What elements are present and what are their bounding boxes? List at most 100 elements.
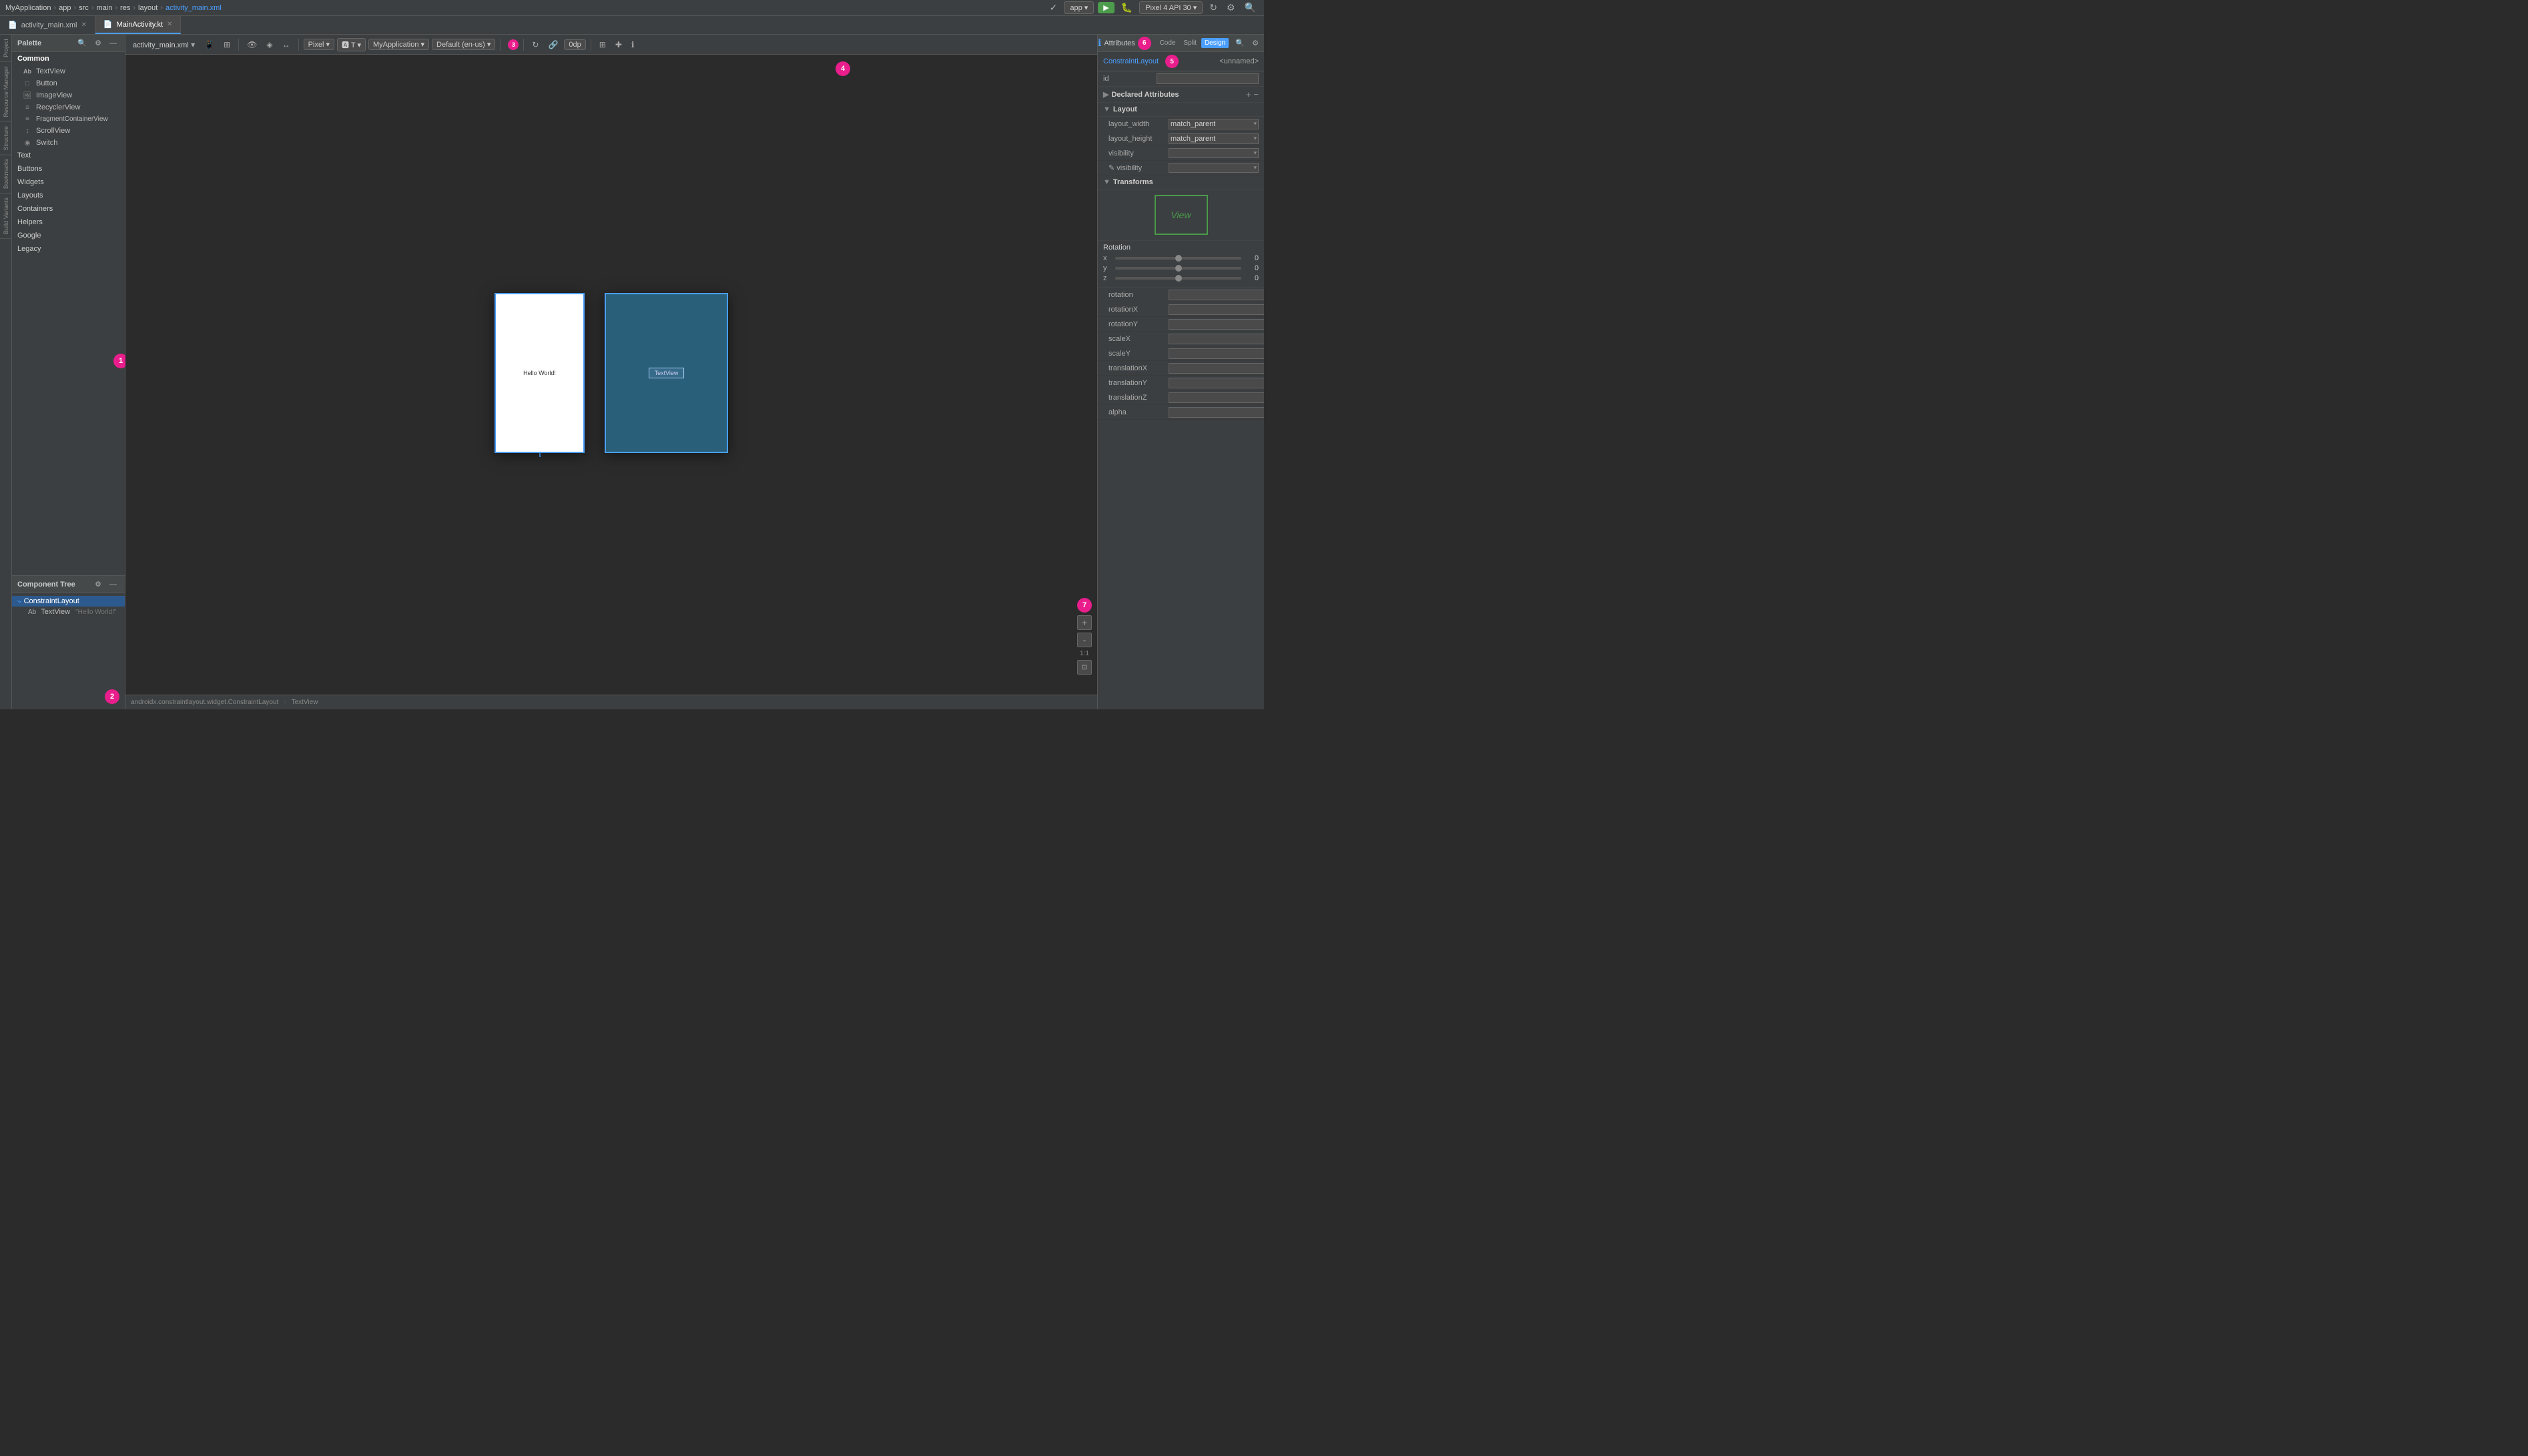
settings-icon[interactable]: ⚙	[1224, 1, 1238, 15]
eye-btn[interactable]: 👁	[244, 39, 260, 51]
zoom-out-button[interactable]: -	[1077, 633, 1092, 647]
guidelines-btn[interactable]: ✚	[612, 39, 625, 51]
scaleX-input[interactable]	[1169, 334, 1264, 344]
structure-tab[interactable]: Structure	[0, 122, 11, 155]
search-icon[interactable]: 🔍	[1242, 1, 1259, 15]
palette-category-layouts[interactable]: Layouts	[12, 189, 125, 202]
split-tab[interactable]: Split	[1180, 38, 1199, 48]
palette-item-textview[interactable]: Ab TextView	[12, 65, 125, 77]
palette-item-imageview[interactable]: 🖼 ImageView	[12, 89, 125, 101]
vcs-icon[interactable]: ✓	[1047, 1, 1060, 15]
palette-category-helpers[interactable]: Helpers	[12, 216, 125, 229]
refresh-btn[interactable]: ↻	[529, 39, 542, 51]
tree-item-constraintlayout[interactable]: ⤷ ConstraintLayout	[12, 596, 125, 607]
breadcrumb-src[interactable]: src	[79, 4, 89, 12]
tab-close-xml[interactable]: ✕	[81, 21, 86, 29]
palette-title: Palette	[17, 39, 41, 47]
alpha-input[interactable]	[1169, 407, 1264, 418]
text-select[interactable]: 🅰 T ▾	[337, 38, 366, 51]
attr-id-input[interactable]	[1157, 73, 1259, 84]
declared-attr-add-button[interactable]: +	[1246, 89, 1251, 99]
textview-box[interactable]: TextView	[649, 368, 685, 378]
tab-close-kt[interactable]: ✕	[167, 21, 172, 28]
tree-item-constraintlayout-label: ConstraintLayout	[24, 597, 79, 605]
palette-settings-button[interactable]: ⚙	[92, 37, 104, 49]
declared-attr-remove-button[interactable]: −	[1253, 89, 1259, 99]
translationZ-input[interactable]	[1169, 392, 1264, 403]
bookmarks-tab[interactable]: Bookmarks	[0, 155, 11, 194]
palette-item-scrollview[interactable]: ↕ ScrollView	[12, 125, 125, 137]
palette-collapse-button[interactable]: —	[107, 37, 119, 49]
tree-collapse-button[interactable]: —	[107, 579, 119, 590]
align-btn[interactable]: ⊞	[596, 39, 609, 51]
layout-height-dropdown[interactable]: match_parent ▾	[1169, 133, 1259, 144]
palette-panel: Palette 🔍 ⚙ — Common Ab TextView □ Butt	[12, 35, 125, 575]
palette-category-containers[interactable]: Containers	[12, 202, 125, 216]
layout-width-dropdown[interactable]: match_parent ▾	[1169, 119, 1259, 129]
palette-item-fragmentcontainerview[interactable]: ≡ FragmentContainerView	[12, 113, 125, 125]
fit-button[interactable]: ⊡	[1077, 660, 1092, 675]
breadcrumb-app2[interactable]: app	[59, 4, 71, 12]
breadcrumb-res[interactable]: res	[120, 4, 130, 12]
attr-settings-button[interactable]: ⚙	[1249, 37, 1261, 49]
rotationY-input[interactable]	[1169, 319, 1264, 330]
palette-category-buttons[interactable]: Buttons	[12, 162, 125, 175]
palette-category-widgets[interactable]: Widgets	[12, 175, 125, 189]
info-btn2[interactable]: ℹ	[628, 39, 638, 51]
translationY-input[interactable]	[1169, 378, 1264, 388]
visibility-edit-dropdown[interactable]: ▾	[1169, 163, 1259, 173]
pixel-select[interactable]: Pixel ▾	[304, 39, 334, 50]
sync-button[interactable]: ↻	[1207, 1, 1220, 15]
attr-search-button[interactable]: 🔍	[1233, 37, 1247, 49]
transforms-section[interactable]: ▼ Transforms	[1098, 175, 1264, 190]
design-tab[interactable]: Design	[1201, 38, 1229, 48]
rotationX-input[interactable]	[1169, 304, 1264, 315]
palette-item-switch[interactable]: ◉ Switch	[12, 137, 125, 149]
debug-button[interactable]: 🐛	[1119, 1, 1135, 15]
tree-item-textview[interactable]: Ab TextView "Hello World!"	[12, 607, 125, 617]
declared-attributes-section[interactable]: ▶ Declared Attributes + −	[1098, 87, 1264, 103]
zoom-in-button[interactable]: +	[1077, 615, 1092, 630]
palette-category-google[interactable]: Google	[12, 229, 125, 242]
locale-select[interactable]: Default (en-us) ▾	[432, 39, 495, 50]
code-tab[interactable]: Code	[1157, 38, 1179, 48]
rotation-x-slider[interactable]	[1115, 257, 1241, 260]
resize-handle[interactable]	[539, 453, 541, 457]
tree-settings-button[interactable]: ⚙	[92, 579, 104, 590]
tab-main-activity[interactable]: 📄 MainActivity.kt ✕	[95, 16, 182, 34]
breadcrumb-file[interactable]: activity_main.xml	[166, 4, 222, 12]
palette-category-common[interactable]: Common	[12, 52, 125, 65]
blueprint-btn[interactable]: ◈	[263, 39, 276, 51]
project-tab[interactable]: Project	[0, 35, 11, 62]
palette-search-button[interactable]: 🔍	[75, 37, 89, 49]
file-label-btn[interactable]: activity_main.xml ▾	[129, 39, 198, 51]
app-selector[interactable]: app ▾	[1064, 1, 1094, 14]
build-variants-tab[interactable]: Build Variants	[0, 194, 11, 239]
device-selector[interactable]: Pixel 4 API 30 ▾	[1139, 1, 1203, 14]
palette-categories: Common Ab TextView □ Button 🖼 ImageView	[12, 52, 125, 575]
tab-activity-main[interactable]: 📄 activity_main.xml ✕	[0, 16, 95, 34]
device-layout-btn[interactable]: ⊞	[220, 39, 234, 51]
padding-select[interactable]: 0dp	[564, 39, 585, 50]
visibility-dropdown[interactable]: ▾	[1169, 148, 1259, 158]
run-button[interactable]: ▶	[1098, 2, 1114, 13]
palette-item-button[interactable]: □ Button	[12, 77, 125, 89]
orientation-toggle-btn[interactable]: ↔	[279, 39, 294, 51]
breadcrumb-layout[interactable]: layout	[138, 4, 157, 12]
palette-category-text[interactable]: Text	[12, 149, 125, 162]
app-select[interactable]: MyApplication ▾	[368, 39, 429, 50]
recyclerview-icon: ≡	[23, 104, 32, 111]
resource-manager-tab[interactable]: Resource Manager	[0, 62, 11, 122]
layout-section[interactable]: ▼ Layout	[1098, 103, 1264, 117]
orientation-btn[interactable]: 📱	[201, 39, 218, 51]
breadcrumb-app[interactable]: MyApplication	[5, 4, 51, 12]
rotation-y-slider[interactable]	[1115, 267, 1241, 270]
constraints-btn[interactable]: 🔗	[545, 39, 561, 51]
palette-category-legacy[interactable]: Legacy	[12, 242, 125, 256]
palette-item-recyclerview[interactable]: ≡ RecyclerView	[12, 101, 125, 113]
rotation-z-slider[interactable]	[1115, 277, 1241, 280]
scaleY-input[interactable]	[1169, 348, 1264, 359]
translationX-input[interactable]	[1169, 363, 1264, 374]
breadcrumb-main[interactable]: main	[97, 4, 113, 12]
rotation-attr-input[interactable]	[1169, 290, 1264, 300]
